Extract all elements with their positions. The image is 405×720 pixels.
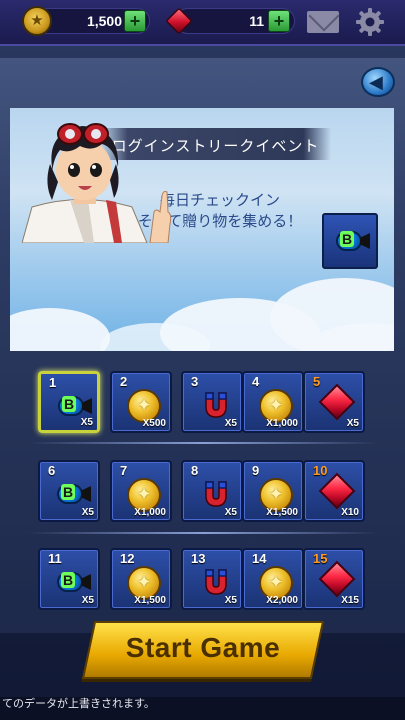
reward-quantity: X5 bbox=[81, 595, 94, 606]
magnet-icon bbox=[205, 481, 227, 507]
reward-quantity: X5 bbox=[224, 418, 237, 429]
magnet-icon bbox=[205, 569, 227, 595]
coin-icon bbox=[22, 6, 52, 36]
gem-icon bbox=[318, 472, 356, 510]
gem-icon bbox=[318, 383, 356, 421]
reward-day-7[interactable]: 7X1,000 bbox=[110, 460, 172, 522]
reward-quantity: X5 bbox=[81, 507, 94, 518]
bomb-icon: B bbox=[51, 570, 91, 594]
reward-quantity: X5 bbox=[80, 417, 93, 428]
reward-quantity: X1,500 bbox=[266, 507, 298, 518]
reward-day-5[interactable]: 5 X5 bbox=[303, 371, 365, 433]
bomb-icon: B bbox=[52, 394, 92, 418]
reward-quantity: X500 bbox=[142, 418, 166, 429]
reward-day-4[interactable]: 4X1,000 bbox=[242, 371, 304, 433]
reward-quantity: X1,000 bbox=[266, 418, 298, 429]
add-gems-button[interactable]: + bbox=[268, 10, 290, 32]
footer-note: てのデータが上書きされます。 bbox=[0, 697, 405, 720]
magnet-icon bbox=[205, 392, 227, 418]
reward-day-1[interactable]: 1 B X5 bbox=[38, 371, 100, 433]
bomb-icon: B bbox=[51, 482, 91, 506]
add-coins-button[interactable]: + bbox=[124, 10, 146, 32]
reward-quantity: X2,000 bbox=[266, 595, 298, 606]
bomb-icon: B bbox=[330, 229, 370, 253]
reward-day-12[interactable]: 12X1,500 bbox=[110, 548, 172, 610]
top-bar: 1,500 + 11 + bbox=[0, 0, 405, 46]
reward-quantity: X5 bbox=[346, 418, 359, 429]
gem-icon bbox=[318, 560, 356, 598]
reward-quantity: X15 bbox=[341, 595, 359, 606]
row-divider bbox=[28, 442, 378, 444]
reward-day-14[interactable]: 14X2,000 bbox=[242, 548, 304, 610]
gem-value: 11 bbox=[249, 13, 264, 29]
reward-day-9[interactable]: 9X1,500 bbox=[242, 460, 304, 522]
reward-day-8[interactable]: 8 X5 bbox=[181, 460, 243, 522]
reward-day-11[interactable]: 11 B X5 bbox=[38, 548, 100, 610]
character-illustration bbox=[22, 123, 172, 243]
gear-icon[interactable] bbox=[355, 7, 385, 37]
featured-reward: B bbox=[322, 213, 378, 269]
reward-day-10[interactable]: 10 X10 bbox=[303, 460, 365, 522]
row-divider bbox=[28, 532, 378, 534]
coin-value: 1,500 bbox=[86, 13, 122, 29]
reward-quantity: X1,000 bbox=[134, 507, 166, 518]
reward-day-15[interactable]: 15 X15 bbox=[303, 548, 365, 610]
back-button[interactable] bbox=[361, 67, 395, 97]
reward-day-13[interactable]: 13 X5 bbox=[181, 548, 243, 610]
reward-day-6[interactable]: 6 B X5 bbox=[38, 460, 100, 522]
reward-quantity: X5 bbox=[224, 507, 237, 518]
start-game-label[interactable]: Start Game bbox=[88, 632, 318, 664]
reward-quantity: X5 bbox=[224, 595, 237, 606]
reward-day-2[interactable]: 2X500 bbox=[110, 371, 172, 433]
reward-quantity: X1,500 bbox=[134, 595, 166, 606]
reward-quantity: X10 bbox=[341, 507, 359, 518]
mail-icon[interactable] bbox=[307, 11, 339, 33]
reward-day-3[interactable]: 3 X5 bbox=[181, 371, 243, 433]
